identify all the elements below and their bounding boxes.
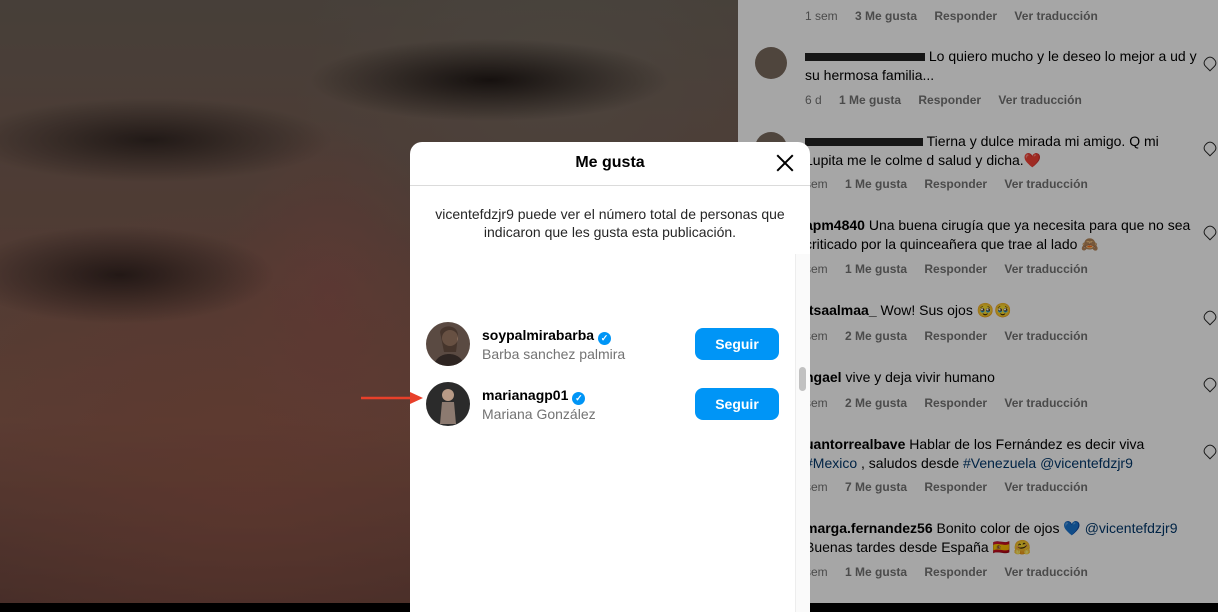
comment-likes[interactable]: 3 Me gusta <box>855 9 917 23</box>
comment-meta: sem 7 Me gusta Responder Ver traducción <box>805 480 1102 494</box>
comment-meta: 6 d 1 Me gusta Responder Ver traducción <box>805 93 1096 107</box>
verified-badge-icon: ✓ <box>572 392 586 405</box>
annotation-arrow-icon <box>361 392 423 404</box>
translate-button[interactable]: Ver traducción <box>1004 565 1087 579</box>
comment-likes[interactable]: 2 Me gusta <box>845 329 907 343</box>
follow-button[interactable]: Seguir <box>695 328 779 360</box>
comment-username[interactable]: uantorrealbave <box>805 436 905 452</box>
heart-icon[interactable] <box>1201 442 1218 460</box>
comment-username[interactable]: apm4840 <box>805 217 865 233</box>
avatar[interactable] <box>426 322 470 366</box>
hashtag-link[interactable]: #Mexico <box>805 455 857 471</box>
close-icon[interactable] <box>774 152 796 174</box>
comment-body: vive y deja vivir humano <box>841 369 995 385</box>
likes-dialog: Me gusta vicentefdzjr9 puede ver el núme… <box>410 142 810 612</box>
heart-icon[interactable] <box>1201 223 1218 241</box>
translate-button[interactable]: Ver traducción <box>1004 177 1087 191</box>
comment-meta: sem 1 Me gusta Responder Ver traducción <box>805 262 1102 276</box>
full-name: Mariana González <box>482 406 596 422</box>
full-name: Barba sanchez palmira <box>482 346 626 362</box>
dialog-title: Me gusta <box>575 154 645 171</box>
translate-button[interactable]: Ver traducción <box>1004 262 1087 276</box>
avatar[interactable] <box>755 47 787 79</box>
comment-time: 1 sem <box>805 9 838 23</box>
comment-likes[interactable]: 1 Me gusta <box>839 93 901 107</box>
reply-button[interactable]: Responder <box>924 480 987 494</box>
comment-text: marga.fernandez56 Bonito color de ojos 💙… <box>805 519 1200 557</box>
comment-text: ngael vive y deja vivir humano <box>805 368 1200 387</box>
reply-button[interactable]: Responder <box>924 396 987 410</box>
likes-notice: vicentefdzjr9 puede ver el número total … <box>435 206 785 240</box>
translate-button[interactable]: Ver traducción <box>1004 396 1087 410</box>
translate-button[interactable]: Ver traducción <box>1014 9 1097 23</box>
comment-text: itsaalmaa_ Wow! Sus ojos 🥹🥹 <box>805 301 1200 320</box>
comment-text: apm4840 Una buena cirugía que ya necesit… <box>805 216 1200 254</box>
comment-text: uantorrealbave Hablar de los Fernández e… <box>805 435 1200 473</box>
verified-badge-icon: ✓ <box>598 332 612 345</box>
liker-row: soypalmirabarba ✓ Barba sanchez palmira S… <box>410 322 790 370</box>
username[interactable]: marianagp01 ✓ <box>482 387 586 405</box>
heart-icon[interactable] <box>1201 375 1218 393</box>
follow-button[interactable]: Seguir <box>695 388 779 420</box>
comment-body: , saludos desde <box>857 455 963 471</box>
comment-body: Wow! Sus ojos 🥹🥹 <box>876 302 1012 318</box>
comment-meta: 1 sem 3 Me gusta Responder Ver traducció… <box>805 9 1112 23</box>
heart-icon[interactable] <box>1201 139 1218 157</box>
translate-button[interactable]: Ver traducción <box>1004 329 1087 343</box>
translate-button[interactable]: Ver traducción <box>1004 480 1087 494</box>
comment-username[interactable]: marga.fernandez56 <box>805 520 933 536</box>
comment-body: Bonito color de ojos 💙 <box>932 520 1085 536</box>
comment-meta: sem 1 Me gusta Responder Ver traducción <box>805 565 1102 579</box>
scrollbar-thumb[interactable] <box>799 367 806 391</box>
reply-button[interactable]: Responder <box>934 9 997 23</box>
translate-button[interactable]: Ver traducción <box>998 93 1081 107</box>
comment-likes[interactable]: 2 Me gusta <box>845 396 907 410</box>
comment-text: Tierna y dulce mirada mi amigo. Q mi Lup… <box>805 132 1200 170</box>
scrollbar[interactable] <box>795 254 810 612</box>
comment-username[interactable]: itsaalmaa_ <box>805 302 877 318</box>
comment-likes[interactable]: 7 Me gusta <box>845 480 907 494</box>
reply-button[interactable]: Responder <box>924 262 987 276</box>
reply-button[interactable]: Responder <box>918 93 981 107</box>
reply-button[interactable]: Responder <box>924 329 987 343</box>
heart-icon[interactable] <box>1201 308 1218 326</box>
reply-button[interactable]: Responder <box>924 177 987 191</box>
redacted-username <box>805 138 923 147</box>
hashtag-link[interactable]: #Venezuela @vicentefdzjr9 <box>963 455 1133 471</box>
comment-meta: sem 1 Me gusta Responder Ver traducción <box>805 177 1102 191</box>
comment-meta: sem 2 Me gusta Responder Ver traducción <box>805 329 1102 343</box>
liker-row: marianagp01 ✓ Mariana González Seguir <box>410 382 790 430</box>
redacted-username <box>805 53 925 62</box>
comment-meta: sem 2 Me gusta Responder Ver traducción <box>805 396 1102 410</box>
heart-icon[interactable] <box>1201 54 1218 72</box>
comment-username[interactable]: ngael <box>805 369 842 385</box>
comment-time: 6 d <box>805 93 822 107</box>
comment-likes[interactable]: 1 Me gusta <box>845 565 907 579</box>
comment-body: Buenas tardes desde España 🇪🇸 🤗 <box>805 539 1032 555</box>
reply-button[interactable]: Responder <box>924 565 987 579</box>
avatar[interactable] <box>426 382 470 426</box>
dialog-header: Me gusta <box>410 142 810 186</box>
comment-likes[interactable]: 1 Me gusta <box>845 262 907 276</box>
comments-panel: 1 sem 3 Me gusta Responder Ver traducció… <box>738 0 1218 603</box>
comment-text: Lo quiero mucho y le deseo lo mejor a ud… <box>805 47 1200 85</box>
comment-likes[interactable]: 1 Me gusta <box>845 177 907 191</box>
mention-link[interactable]: @vicentefdzjr9 <box>1085 520 1178 536</box>
comment-body: Hablar de los Fernández es decir viva <box>905 436 1145 452</box>
username[interactable]: soypalmirabarba ✓ <box>482 327 612 345</box>
